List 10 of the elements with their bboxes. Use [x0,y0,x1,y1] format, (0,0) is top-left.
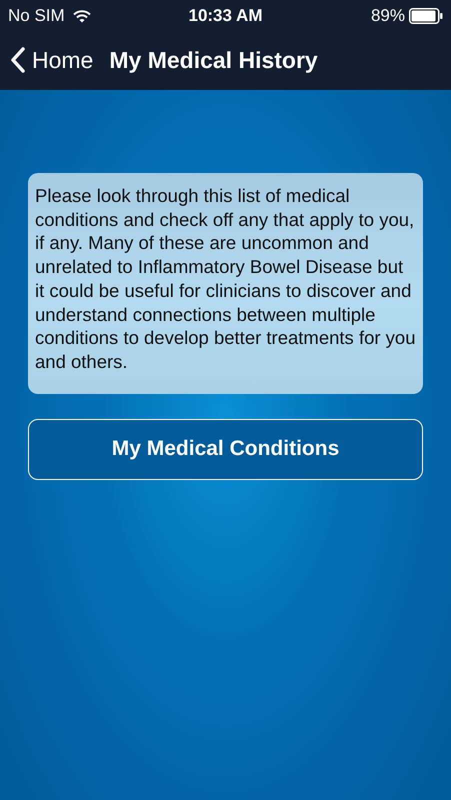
chevron-left-icon [10,46,26,74]
conditions-button[interactable]: My Medical Conditions [28,418,423,480]
wifi-icon [72,10,91,22]
info-text: Please look through this list of medical conditions and check off any that apply to you, if any. Many of these are uncommon and unrelated to Inflammatory Bowel Disease but it could be useful for clinicians to discover and understand connections between multiple conditions to develop better treatments for you and others. [35,184,416,374]
battery-label: 89% [370,5,405,28]
battery-icon [408,8,443,24]
carrier-label: No SIM [8,5,65,28]
clock-label: 10:33 AM [188,5,262,28]
back-button[interactable]: Home [10,42,94,78]
page-title: My Medical History [109,46,318,75]
